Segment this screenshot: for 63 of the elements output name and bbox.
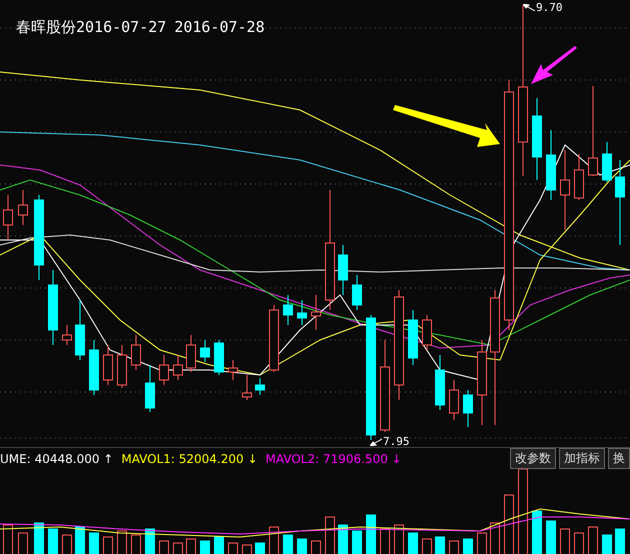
candlestick: [75, 300, 85, 360]
candlestick: [422, 314, 432, 350]
toolbar-button[interactable]: 加指标: [559, 448, 605, 469]
volume-bar: [255, 542, 265, 554]
candlestick: [228, 360, 238, 380]
candlestick: [283, 294, 293, 326]
volume-bar: [615, 528, 625, 554]
pointer-arrow-icon: [370, 438, 382, 446]
candlestick: [269, 304, 279, 372]
candlestick: [131, 334, 141, 370]
candlestick: [546, 130, 556, 200]
candlestick: [297, 300, 307, 326]
candlestick: [145, 364, 155, 412]
candlestick: [242, 374, 252, 400]
low-price-label: 7.95: [383, 435, 410, 448]
volume-bar: [283, 534, 293, 554]
volume-bar: [463, 538, 473, 554]
high-price-label: 9.70: [536, 1, 562, 14]
candlestick: [18, 190, 28, 226]
indicator-value: MAVOL1: 52004.200 ↓: [121, 452, 258, 466]
candlestick: [62, 324, 72, 346]
toolbar-button[interactable]: 改参数: [510, 448, 556, 469]
candlestick: [338, 244, 348, 296]
volume-bar: [602, 534, 612, 554]
toolbar-button[interactable]: 换: [608, 448, 630, 469]
candlestick: [255, 378, 265, 396]
candlestick: [311, 294, 321, 330]
volume-bar: [214, 536, 224, 554]
candlestick: [408, 310, 418, 366]
candlestick: [602, 142, 612, 182]
candlestick: [352, 274, 362, 310]
candlestick: [200, 340, 210, 362]
volume-bar: [352, 530, 362, 554]
volume-bar: [338, 524, 348, 554]
volume-bar: [435, 536, 445, 554]
indicator-value: MAVOL2: 71906.500 ↓: [266, 452, 402, 466]
volume-bar: [48, 528, 58, 554]
volume-bar: [89, 532, 99, 554]
candlestick: [463, 390, 473, 428]
volume-bar: [546, 520, 556, 554]
candlestick: [214, 340, 224, 376]
candlestick: [117, 344, 127, 388]
volume-bar: [408, 532, 418, 554]
volume-bar: [145, 528, 155, 554]
indicator-value: UME: 40448.000 ↑: [0, 452, 114, 466]
candlestick: [159, 354, 169, 386]
candlestick: [173, 354, 183, 380]
volume-bar: [34, 522, 44, 554]
annotation-arrow: [531, 46, 577, 84]
volume-bar: [366, 514, 376, 554]
candlestick: [435, 354, 445, 410]
volume-bar: [75, 526, 85, 554]
volume-bar: [532, 510, 542, 554]
candlestick: [186, 334, 196, 372]
candlestick: [89, 340, 99, 396]
candlestick: [3, 194, 13, 240]
candlestick: [103, 344, 113, 386]
pointer-arrow-icon: [523, 4, 535, 12]
candlestick: [574, 154, 584, 200]
volume-bar: [200, 540, 210, 554]
stock-title: 春晖股份2016-07-27 2016-07-28: [16, 18, 265, 37]
volume-bar: [297, 538, 307, 554]
candlestick: [449, 380, 459, 420]
